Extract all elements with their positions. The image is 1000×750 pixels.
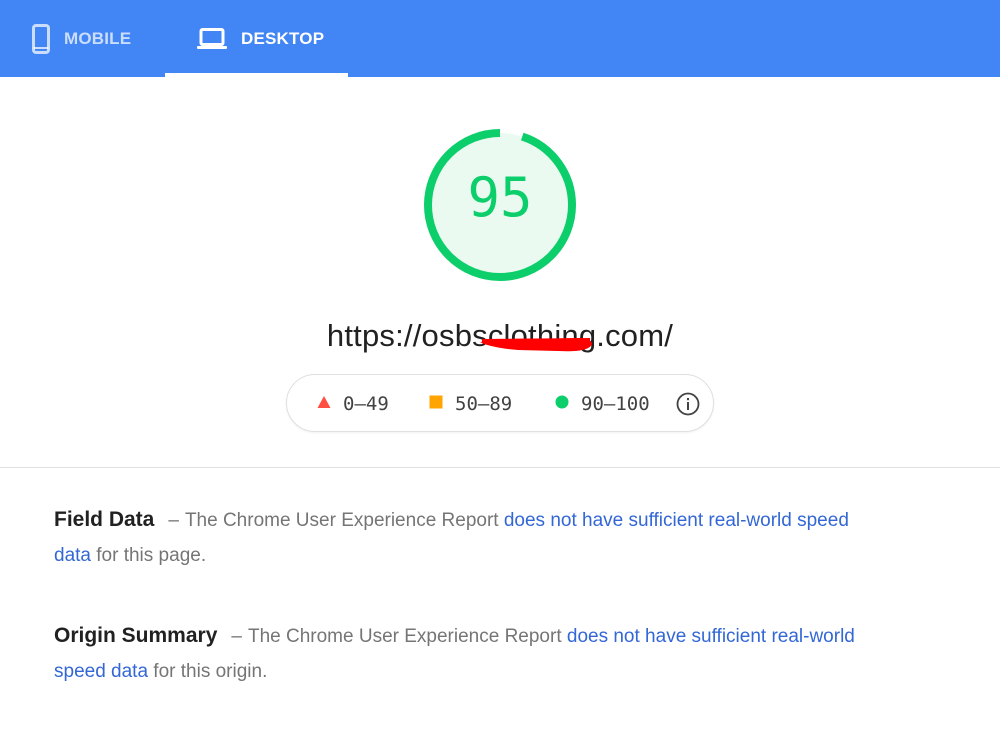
circle-icon xyxy=(555,395,569,414)
laptop-icon xyxy=(197,27,227,50)
origin-summary-section: Origin Summary – The Chrome User Experienc… xyxy=(54,618,874,689)
field-data-text-after: for this page. xyxy=(90,545,207,566)
performance-score-value: 95 xyxy=(467,166,533,229)
field-data-section: Field Data – The Chrome User Experience Re… xyxy=(54,502,874,573)
legend-fail-range: 0–49 xyxy=(343,393,389,415)
score-legend: 0–49 50–89 90–100 xyxy=(286,374,714,432)
field-data-text-before: The Chrome User Experience Report xyxy=(184,510,504,531)
field-data-dash: – xyxy=(168,510,179,531)
tab-desktop-label: DESKTOP xyxy=(241,28,325,48)
tab-mobile-label: MOBILE xyxy=(64,28,132,48)
origin-summary-heading: Origin Summary xyxy=(54,624,218,647)
device-tab-bar: MOBILE DESKTOP xyxy=(0,0,1000,77)
mobile-phone-icon xyxy=(32,23,50,54)
legend-average: 50–89 xyxy=(429,375,512,433)
pagespeed-report: MOBILE DESKTOP 95 https://osbsclothing.c… xyxy=(0,0,1000,750)
square-icon xyxy=(429,395,443,414)
tab-desktop[interactable]: DESKTOP xyxy=(165,0,348,77)
triangle-icon xyxy=(317,395,331,414)
active-tab-indicator xyxy=(165,73,348,77)
performance-score-gauge: 95 xyxy=(420,118,580,298)
legend-average-range: 50–89 xyxy=(455,393,513,415)
origin-summary-text-after: for this origin. xyxy=(148,661,268,682)
section-divider xyxy=(0,467,1000,468)
legend-pass: 90–100 xyxy=(555,375,650,433)
tab-mobile[interactable]: MOBILE xyxy=(0,0,165,77)
origin-summary-dash: – xyxy=(231,626,242,647)
redaction-scribble xyxy=(480,338,592,352)
origin-summary-text-before: The Chrome User Experience Report xyxy=(247,626,567,647)
field-data-heading: Field Data xyxy=(54,508,155,531)
legend-fail: 0–49 xyxy=(317,375,389,433)
info-icon[interactable] xyxy=(676,392,700,416)
legend-pass-range: 90–100 xyxy=(581,393,650,415)
